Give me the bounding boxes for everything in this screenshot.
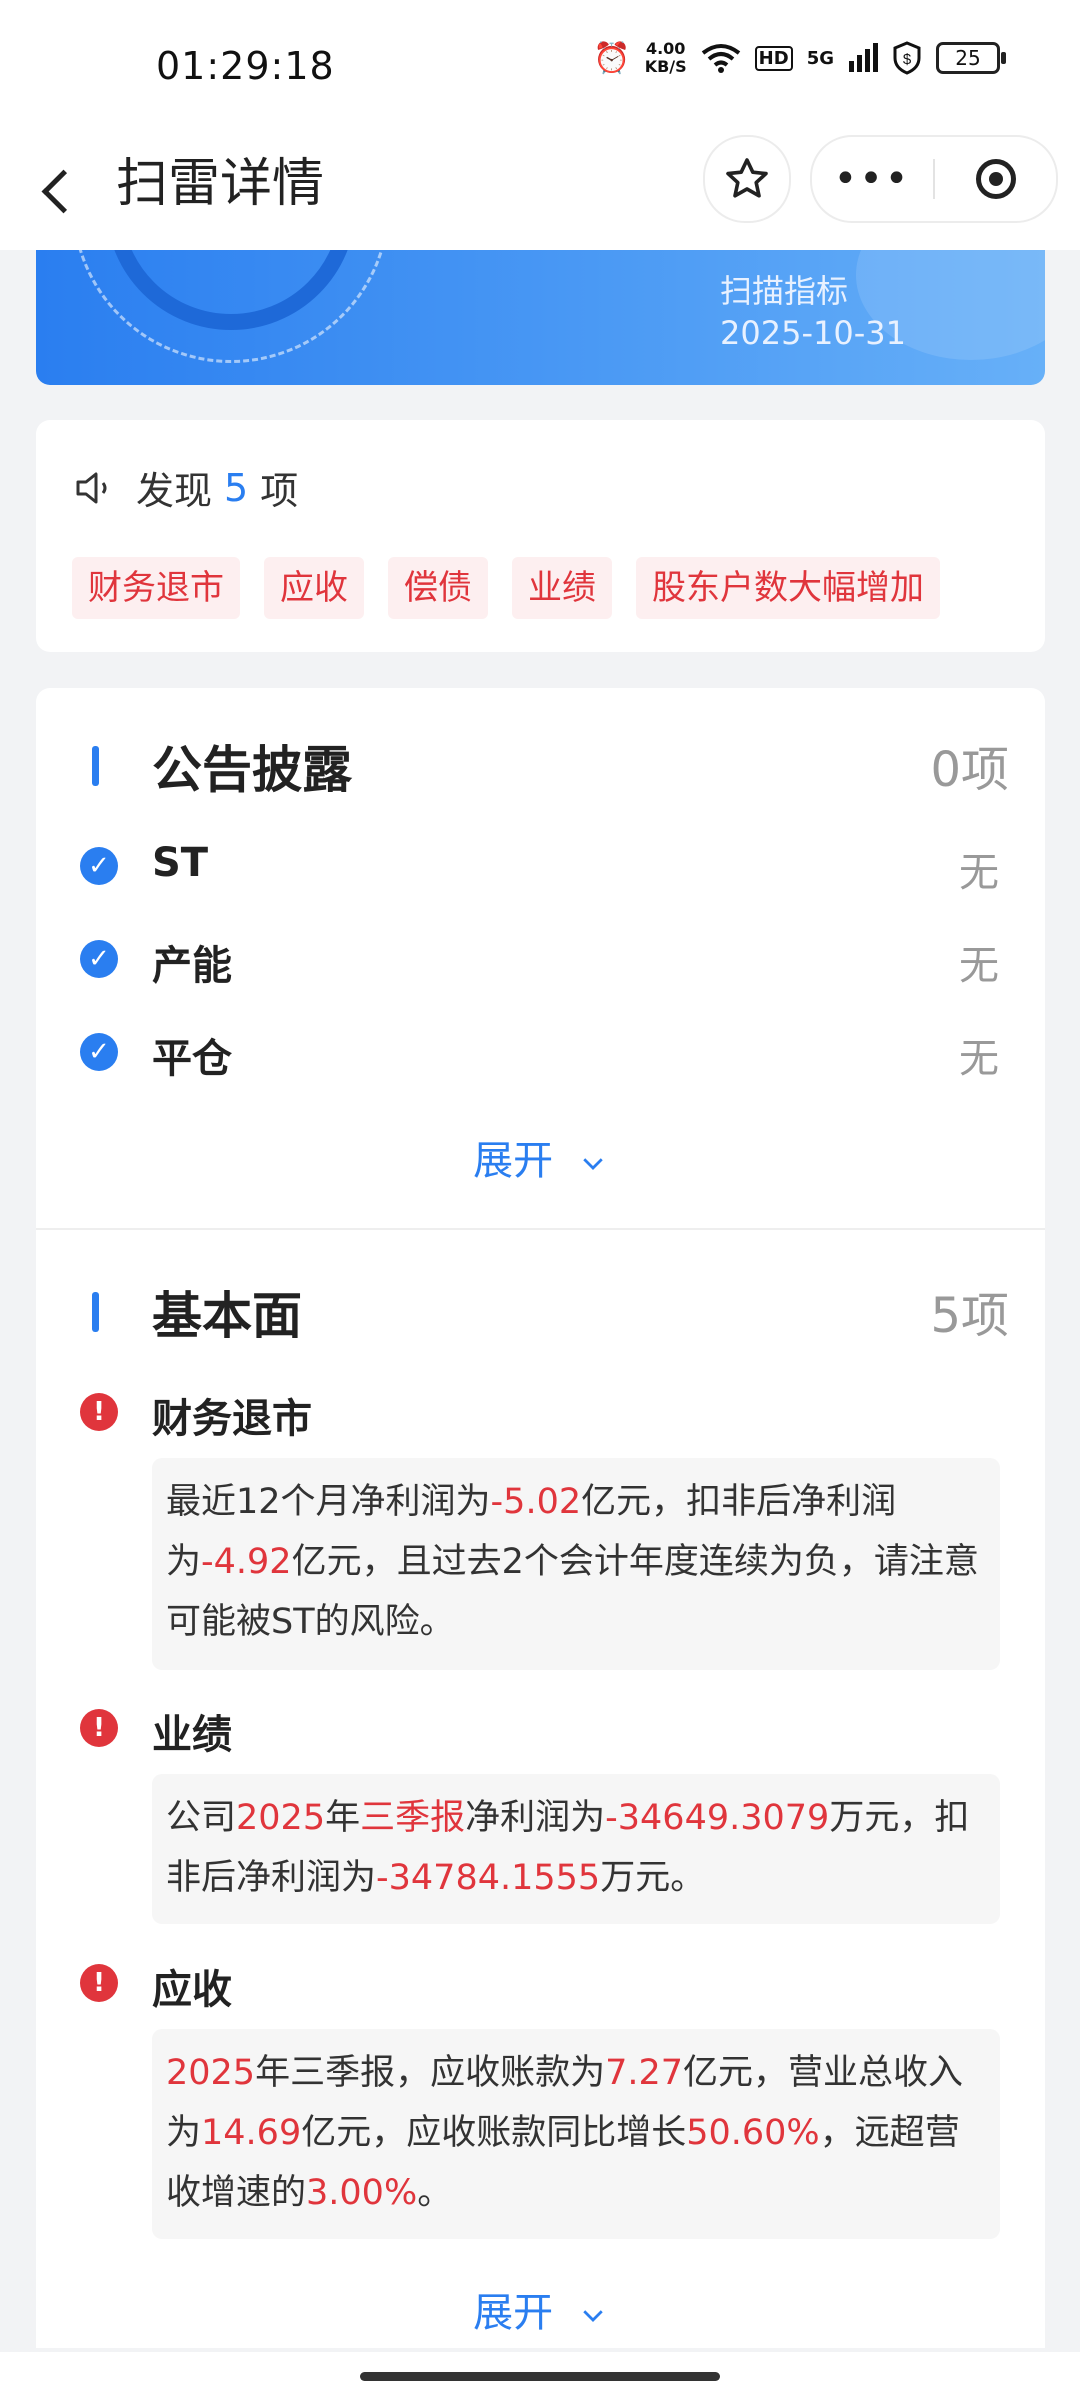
svg-text:$: $ bbox=[903, 51, 912, 68]
announcement-item-label: 产能 bbox=[152, 943, 232, 989]
wifi-icon bbox=[701, 44, 740, 73]
vpn-icon: $ bbox=[893, 41, 921, 75]
star-icon bbox=[726, 158, 768, 198]
highlight-value: 三季报 bbox=[360, 1798, 466, 1838]
risk-tag[interactable]: 财务退市 bbox=[72, 557, 240, 619]
alert-icon: ! bbox=[80, 1393, 118, 1431]
section-count-announcements: 0项 bbox=[930, 742, 1009, 798]
expand-label: 展开 bbox=[473, 2290, 554, 2336]
check-icon: ✓ bbox=[80, 847, 118, 885]
check-icon: ✓ bbox=[80, 940, 118, 978]
highlight-value: 2025 bbox=[236, 1798, 326, 1838]
fundamental-item-label: 业绩 bbox=[152, 1712, 232, 1758]
desc-text: 最近12个月净利润为 bbox=[166, 1482, 491, 1522]
alert-icon: ! bbox=[80, 1709, 118, 1747]
expand-fundamentals-button[interactable]: 展开 bbox=[36, 2280, 1045, 2338]
highlight-value: -34649.3079 bbox=[605, 1798, 830, 1838]
section-divider bbox=[36, 1228, 1045, 1230]
fundamental-item-desc: 2025年三季报，应收账款为7.27亿元，营业总收入为14.69亿元，应收账款同… bbox=[152, 2029, 1000, 2239]
highlight-value: 2025 bbox=[166, 2053, 256, 2093]
desc-text: 年三季报，应收账款为 bbox=[255, 2053, 606, 2093]
more-button[interactable]: ••• bbox=[812, 137, 932, 221]
highlight-value: 14.69 bbox=[201, 2113, 302, 2153]
fundamental-item-label: 财务退市 bbox=[152, 1396, 312, 1442]
capsule-divider bbox=[933, 159, 935, 199]
battery-indicator: 25 bbox=[936, 42, 1006, 74]
announcement-item-label: 平仓 bbox=[152, 1036, 232, 1082]
risk-tag[interactable]: 应收 bbox=[264, 557, 364, 619]
section-title-fundamentals: 基本面 bbox=[152, 1287, 302, 1345]
scan-date: 2025-10-31 bbox=[720, 314, 906, 352]
highlight-value: 50.60% bbox=[686, 2113, 820, 2153]
risk-tag[interactable]: 股东户数大幅增加 bbox=[636, 557, 940, 619]
chevron-down-icon bbox=[583, 1158, 603, 1170]
found-count: 5 bbox=[224, 465, 249, 510]
found-summary-card: 发现 5 项 财务退市 应收 偿债 业绩 股东户数大幅增加 bbox=[36, 420, 1045, 652]
announcement-item-value: 无 bbox=[959, 943, 999, 989]
check-icon: ✓ bbox=[80, 1033, 118, 1071]
alarm-icon: ⏰ bbox=[593, 40, 631, 76]
highlight-value: -34784.1555 bbox=[376, 1858, 601, 1898]
desc-text: 年 bbox=[325, 1798, 361, 1838]
page-header: 扫雷详情 ••• bbox=[0, 130, 1080, 250]
page-title: 扫雷详情 bbox=[116, 154, 325, 214]
alert-icon: ! bbox=[80, 1964, 118, 2002]
expand-announcements-button[interactable]: 展开 bbox=[36, 1128, 1045, 1186]
mini-program-capsule: ••• bbox=[810, 135, 1058, 223]
home-indicator[interactable] bbox=[360, 2372, 720, 2381]
desc-text: 万元。 bbox=[600, 1858, 706, 1898]
net-speed-value: 4.00 bbox=[645, 39, 686, 58]
net-speed-unit: KB/S bbox=[644, 57, 687, 76]
risk-tag[interactable]: 业绩 bbox=[512, 557, 612, 619]
announcement-item-value: 无 bbox=[959, 1036, 999, 1082]
announcement-item-value: 无 bbox=[959, 850, 999, 896]
highlight-value: 3.00% bbox=[306, 2173, 418, 2213]
fundamental-item-desc: 公司2025年三季报净利润为-34649.3079万元，扣非后净利润为-3478… bbox=[152, 1774, 1000, 1924]
desc-text: 公司 bbox=[166, 1798, 237, 1838]
found-suffix: 项 bbox=[260, 469, 299, 513]
scan-banner: 扫描指标 2025-10-31 bbox=[36, 250, 1045, 385]
risk-tag[interactable]: 偿债 bbox=[388, 557, 488, 619]
section-title-announcements: 公告披露 bbox=[152, 741, 352, 799]
back-button[interactable] bbox=[36, 154, 96, 224]
fundamental-item-desc: 最近12个月净利润为-5.02亿元，扣非后净利润为-4.92亿元，且过去2个会计… bbox=[152, 1458, 1000, 1670]
found-prefix: 发现 bbox=[136, 469, 213, 513]
network-type: 5G bbox=[806, 47, 834, 69]
desc-text: 净利润为 bbox=[465, 1798, 606, 1838]
net-speed: 4.00 KB/S bbox=[645, 40, 687, 76]
fundamental-item-label: 应收 bbox=[152, 1967, 232, 2013]
highlight-value: -4.92 bbox=[201, 1542, 292, 1582]
favorite-button[interactable] bbox=[703, 135, 791, 223]
hd-badge: HD bbox=[754, 45, 793, 71]
found-summary: 发现 5 项 bbox=[70, 460, 298, 515]
chevron-down-icon bbox=[583, 2310, 603, 2322]
status-time: 01:29:18 bbox=[156, 44, 335, 88]
speaker-icon bbox=[76, 472, 107, 503]
announcement-item-label: ST bbox=[152, 840, 209, 886]
highlight-value: -5.02 bbox=[490, 1482, 582, 1522]
section-marker bbox=[92, 1292, 99, 1332]
expand-label: 展开 bbox=[473, 1138, 554, 1184]
status-icons: ⏰ 4.00 KB/S HD 5G $ 25 bbox=[593, 40, 1006, 76]
close-button[interactable] bbox=[936, 137, 1056, 221]
section-marker bbox=[92, 746, 99, 786]
highlight-value: 7.27 bbox=[605, 2053, 684, 2093]
target-icon bbox=[976, 159, 1016, 199]
signal-icon bbox=[849, 43, 878, 72]
risk-tags: 财务退市 应收 偿债 业绩 股东户数大幅增加 bbox=[72, 557, 940, 619]
gesture-bar bbox=[0, 2352, 1080, 2400]
scan-label: 扫描指标 bbox=[720, 272, 849, 310]
desc-text: 亿元，应收账款同比增长 bbox=[301, 2113, 687, 2153]
desc-text: 。 bbox=[417, 2173, 453, 2213]
scan-sections-card: 公告披露 0项 ✓ ST 无 ✓ 产能 无 ✓ 平仓 无 展开 基本面 5项 !… bbox=[36, 688, 1045, 2348]
status-bar: 01:29:18 ⏰ 4.00 KB/S HD 5G $ 25 bbox=[0, 0, 1080, 130]
section-count-fundamentals: 5项 bbox=[930, 1288, 1009, 1344]
